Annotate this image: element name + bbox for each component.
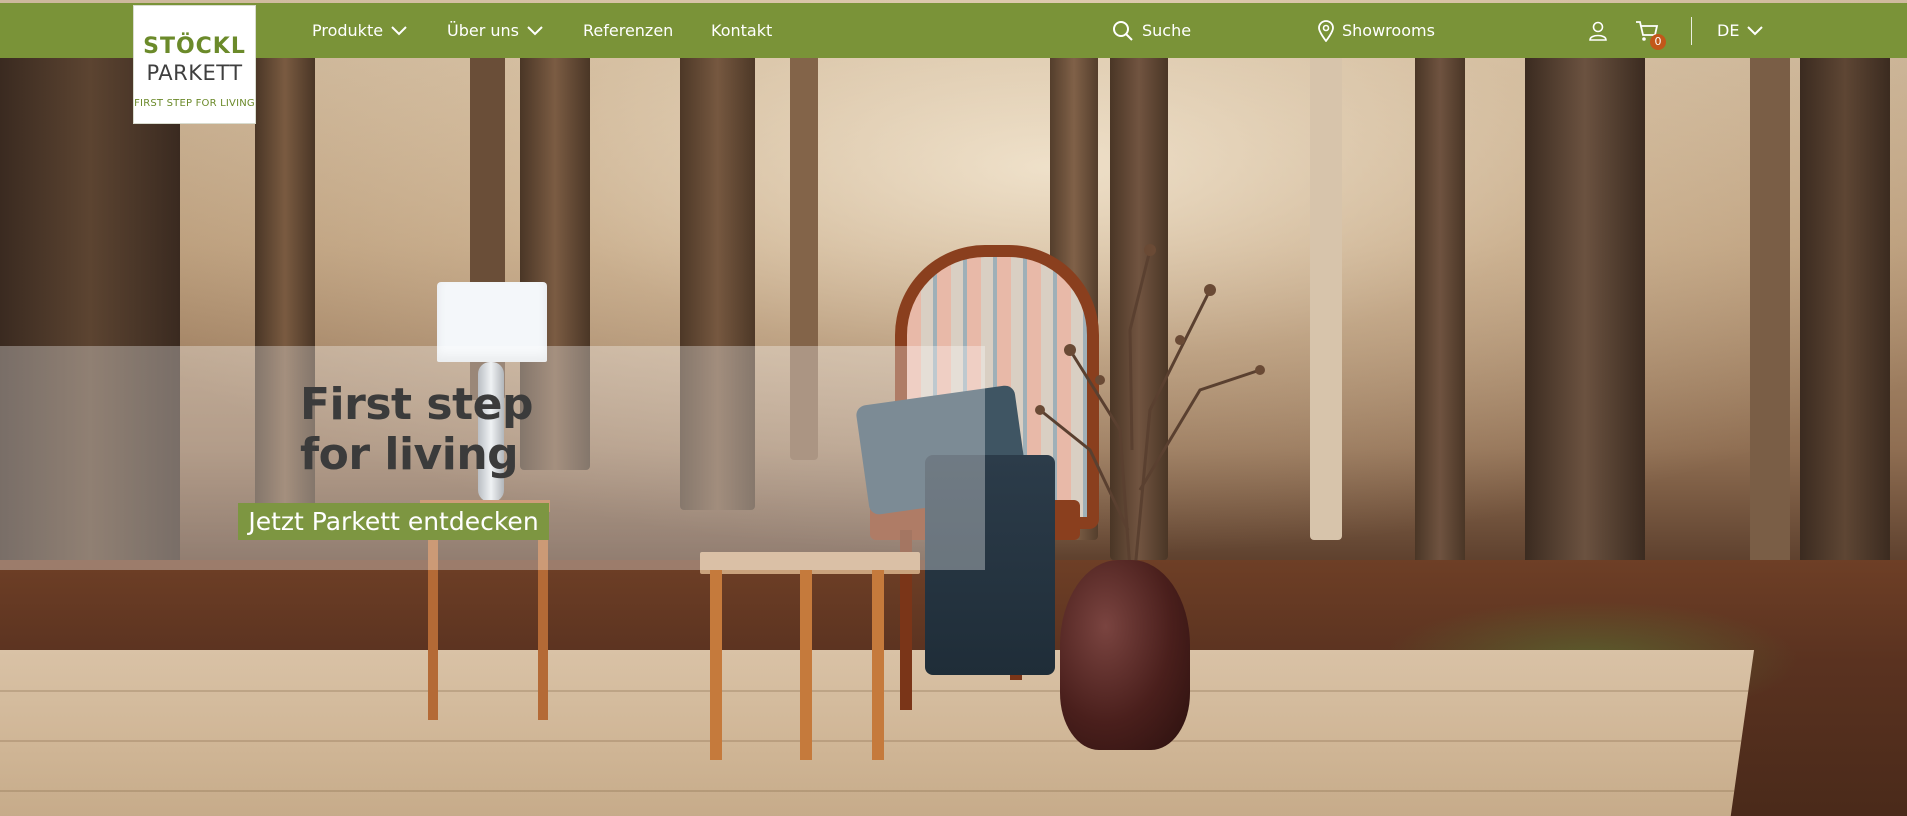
nav-about-label: Über uns <box>447 21 519 40</box>
small-table-leg <box>710 570 722 760</box>
language-label: DE <box>1717 21 1740 40</box>
tree-trunk <box>1415 40 1465 590</box>
nav-about[interactable]: Über uns <box>447 3 543 58</box>
search-icon <box>1113 20 1133 41</box>
chevron-down-icon <box>1747 25 1764 35</box>
small-table-leg <box>800 570 812 760</box>
chevron-down-icon <box>527 25 543 35</box>
top-navigation-bar <box>0 3 1907 58</box>
nav-contact-label: Kontakt <box>711 21 773 40</box>
search-button[interactable]: Suche <box>1112 3 1191 58</box>
branches <box>1035 244 1265 570</box>
nav-references[interactable]: Referenzen <box>583 3 673 58</box>
chevron-down-icon <box>391 25 407 35</box>
logo-text-line2: PARKETT <box>146 61 243 85</box>
logo-tagline: FIRST STEP FOR LIVING <box>134 98 255 109</box>
hero-title-line2: for living <box>300 429 519 480</box>
brand-logo[interactable]: STÖCKL PARKETT FIRST STEP FOR LIVING <box>133 5 256 124</box>
logo-text-line1: STÖCKL <box>143 34 246 59</box>
search-label: Suche <box>1142 21 1192 40</box>
discover-parquet-button[interactable]: Jetzt Parkett entdecken <box>238 503 549 540</box>
showrooms-link[interactable]: Showrooms <box>1318 3 1435 58</box>
small-table-leg <box>872 570 884 760</box>
tree-trunk <box>1750 40 1790 620</box>
user-icon <box>1589 21 1607 41</box>
account-button[interactable] <box>1589 3 1607 58</box>
nav-contact[interactable]: Kontakt <box>711 3 772 58</box>
vase <box>1060 560 1190 750</box>
nav-references-label: Referenzen <box>583 21 674 40</box>
header-divider <box>1691 17 1692 45</box>
nav-products-label: Produkte <box>312 21 384 40</box>
map-pin-icon <box>1318 19 1334 42</box>
nav-products[interactable]: Produkte <box>312 3 407 58</box>
tree-trunk <box>1310 40 1342 540</box>
cart-count-badge: 0 <box>1650 34 1666 50</box>
hero-title-line1: First step <box>300 379 533 430</box>
language-selector[interactable]: DE <box>1717 3 1764 58</box>
showrooms-label: Showrooms <box>1342 21 1435 40</box>
hero-title: First step for living <box>300 380 533 480</box>
